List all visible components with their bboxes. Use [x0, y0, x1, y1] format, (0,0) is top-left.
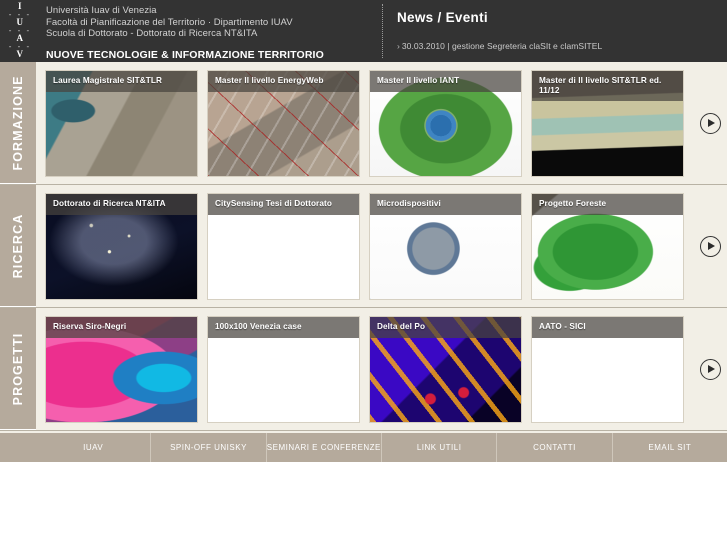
card-title: Laurea Magistrale SIT&TLR	[46, 70, 197, 92]
card-title: Master II livello IANT	[370, 70, 521, 92]
news-events-heading: News / Eventi	[397, 10, 488, 25]
card-title: 100x100 Venezia case	[208, 316, 359, 338]
news-events-panel: News / Eventi › 30.03.2010 | gestione Seg…	[383, 0, 727, 62]
card-title: Progetto Foreste	[532, 193, 683, 215]
site-footer-nav: IUAV SPIN-OFF UNISKY SEMINARI E CONFEREN…	[0, 433, 727, 462]
section-label-progetti: PROGETTI	[11, 332, 25, 405]
card-delta-del-po[interactable]: Delta del Po	[369, 315, 522, 423]
site-header: I - - - U - - - A - - - V Università Iua…	[0, 0, 727, 73]
section-row-ricerca: RICERCA Dottorato di Ricerca NT&ITA City…	[0, 185, 727, 308]
next-control-formazione	[693, 62, 727, 184]
section-label-ricerca: RICERCA	[11, 213, 25, 278]
page-root: I - - - U - - - A - - - V Università Iua…	[0, 0, 727, 545]
card-list-formazione: Laurea Magistrale SIT&TLR Master II live…	[36, 62, 693, 184]
card-title: Microdispositivi	[370, 193, 521, 215]
card-list-progetti: Riserva Siro-Negri 100x100 Venezia case …	[36, 308, 693, 430]
card-list-ricerca: Dottorato di Ricerca NT&ITA CitySensing …	[36, 185, 693, 307]
news-bullet-icon: ›	[397, 41, 400, 51]
card-master-sit-tlr-ed-11-12[interactable]: Master di II livello SIT&TLR ed. 11/12	[531, 69, 684, 177]
card-microdispositivi[interactable]: Microdispositivi	[369, 192, 522, 300]
card-title: AATO - SICI	[532, 316, 683, 338]
sidebar-item-ricerca[interactable]: RICERCA	[0, 185, 36, 307]
footer-link-link-utili[interactable]: LINK UTILI	[382, 433, 498, 462]
institution-line-3: Scuola di Dottorato - Dottorato di Ricer…	[46, 28, 258, 39]
footer-link-contatti[interactable]: CONTATTI	[497, 433, 613, 462]
card-title: Riserva Siro-Negri	[46, 316, 197, 338]
footer-link-email-sit[interactable]: EMAIL SIT	[613, 433, 727, 462]
card-title: Dottorato di Ricerca NT&ITA	[46, 193, 197, 215]
news-item[interactable]: › 30.03.2010 | gestione Segreteria claSIt…	[397, 41, 727, 51]
triangle-glyph	[707, 242, 715, 250]
card-master-iant[interactable]: Master II livello IANT	[369, 69, 522, 177]
card-title: Master II livello EnergyWeb	[208, 70, 359, 92]
card-riserva-siro-negri[interactable]: Riserva Siro-Negri	[45, 315, 198, 423]
next-control-progetti	[693, 308, 727, 430]
footer-link-iuav[interactable]: IUAV	[36, 433, 152, 462]
section-row-formazione: FORMAZIONE Laurea Magistrale SIT&TLR Mas…	[0, 62, 727, 185]
next-control-ricerca	[693, 185, 727, 307]
section-row-progetti: PROGETTI Riserva Siro-Negri 100x100 Vene…	[0, 308, 727, 431]
card-master-energyweb[interactable]: Master II livello EnergyWeb	[207, 69, 360, 177]
next-arrow-icon[interactable]	[699, 235, 721, 257]
iuav-logo[interactable]: I - - - U - - - A - - - V	[0, 0, 40, 62]
card-citysensing-tesi-dottorato[interactable]: CitySensing Tesi di Dottorato	[207, 192, 360, 300]
card-title: Delta del Po	[370, 316, 521, 338]
footer-link-spin-off-unisky[interactable]: SPIN-OFF UNISKY	[151, 433, 267, 462]
card-100x100-venezia-case[interactable]: 100x100 Venezia case	[207, 315, 360, 423]
sidebar-item-progetti[interactable]: PROGETTI	[0, 308, 36, 430]
card-laurea-magistrale-sit-tlr[interactable]: Laurea Magistrale SIT&TLR	[45, 69, 198, 177]
next-arrow-icon[interactable]	[699, 112, 721, 134]
card-aato-sici[interactable]: AATO - SICI	[531, 315, 684, 423]
triangle-glyph	[707, 365, 715, 373]
card-title: Master di II livello SIT&TLR ed. 11/12	[532, 70, 683, 101]
footer-link-seminari-e-conferenze[interactable]: SEMINARI E CONFERENZE	[267, 433, 382, 462]
header-institution-titles: Università Iuav di Venezia Facoltà di Pi…	[40, 0, 382, 73]
main-content: FORMAZIONE Laurea Magistrale SIT&TLR Mas…	[0, 62, 727, 433]
next-arrow-icon[interactable]	[699, 358, 721, 380]
news-item-text: 30.03.2010 | gestione Segreteria claSIt …	[401, 41, 603, 51]
institution-line-1: Università Iuav di Venezia	[46, 5, 157, 16]
card-progetto-foreste[interactable]: Progetto Foreste	[531, 192, 684, 300]
institution-line-2: Facoltà di Pianificazione del Territorio…	[46, 16, 293, 28]
page-bottom-whitespace	[0, 462, 727, 545]
card-title: CitySensing Tesi di Dottorato	[208, 193, 359, 215]
triangle-glyph	[707, 119, 715, 127]
logo-letter-v: V	[16, 49, 24, 59]
section-label-formazione: FORMAZIONE	[11, 74, 25, 171]
card-dottorato-ricerca-nt-ita[interactable]: Dottorato di Ricerca NT&ITA	[45, 192, 198, 300]
footer-left-spacer	[0, 433, 36, 462]
sidebar-item-formazione[interactable]: FORMAZIONE	[0, 62, 36, 184]
